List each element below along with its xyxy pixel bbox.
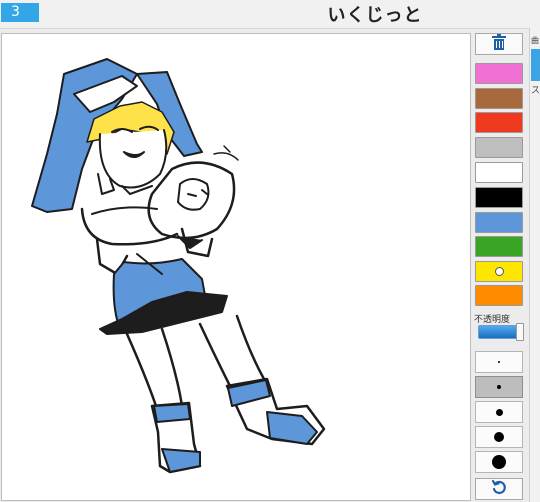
opacity-slider[interactable] (478, 323, 524, 341)
brush-dot-icon (497, 385, 501, 389)
undo-icon (491, 479, 507, 499)
brush-size-xlarge[interactable] (475, 451, 523, 473)
brush-dot-icon (495, 408, 503, 416)
opacity-thumb[interactable] (516, 323, 524, 341)
color-swatch-red[interactable] (475, 112, 523, 133)
tab-number[interactable]: 3 (1, 3, 39, 22)
brush-size-large[interactable] (475, 426, 523, 448)
trash-icon (491, 33, 507, 55)
brush-size-tiny[interactable] (475, 351, 523, 373)
color-swatch-yellow[interactable] (475, 261, 523, 282)
color-swatch-gray[interactable] (475, 137, 523, 158)
color-swatch-green[interactable] (475, 236, 523, 257)
side-panel: 曲 ス (529, 28, 540, 502)
color-swatch-orange[interactable] (475, 285, 523, 306)
side-panel-tab[interactable] (531, 49, 540, 81)
brush-dot-icon (498, 361, 500, 363)
brush-size-medium[interactable] (475, 401, 523, 423)
opacity-track (478, 325, 520, 339)
drawing-canvas[interactable] (1, 33, 471, 501)
color-swatch-pink[interactable] (475, 63, 523, 84)
side-panel-char: ス (531, 86, 540, 96)
side-panel-glyph: 曲 (531, 36, 539, 45)
title-bar: 3 いくじっと (0, 0, 540, 29)
brush-size-small[interactable] (475, 376, 523, 398)
color-swatch-white[interactable] (475, 162, 523, 183)
color-swatch-blue[interactable] (475, 212, 523, 233)
drawing-sketch (31, 58, 326, 474)
undo-button[interactable] (475, 478, 523, 500)
color-swatch-black[interactable] (475, 187, 523, 208)
selected-indicator-icon (495, 267, 504, 276)
brush-dot-icon (492, 455, 506, 469)
brush-dot-icon (494, 432, 504, 442)
trash-button[interactable] (475, 33, 523, 55)
color-swatch-brown[interactable] (475, 88, 523, 109)
tool-palette: 不透明度 (473, 33, 525, 502)
page-title: いくじっと (327, 5, 423, 26)
